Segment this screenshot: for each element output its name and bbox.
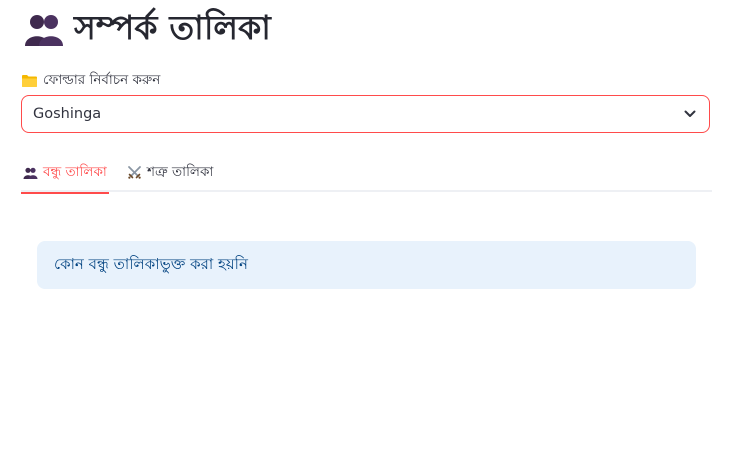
active-tab-indicator xyxy=(21,192,109,194)
page-header: সম্পর্ক তালিকা xyxy=(24,6,271,54)
page-title: সম্পর্ক তালিকা xyxy=(74,8,272,47)
folder-icon xyxy=(22,74,37,87)
tab-friends-label: বন্ধু তালিকা xyxy=(43,164,107,180)
info-alert: কোন বন্ধু তালিকাভুক্ত করা হয়নি xyxy=(37,241,696,289)
tab-friends-list[interactable]: বন্ধু তালিকা xyxy=(21,153,109,194)
app-page: সম্পর্ক তালিকা ফোল্ডার নির্বাচন করুন Gos… xyxy=(0,0,735,450)
people-icon xyxy=(24,13,64,47)
crossed-swords-icon xyxy=(127,165,142,180)
chevron-down-icon[interactable] xyxy=(684,110,696,118)
tab-enemies-label: শত্রু তালিকা xyxy=(147,164,214,180)
tab-bar: বন্ধু তালিকা শত্রু তালিকা xyxy=(21,153,712,194)
folder-select-label: ফোল্ডার নির্বাচন করুন xyxy=(43,72,161,88)
info-message: কোন বন্ধু তালিকাভুক্ত করা হয়নি xyxy=(54,254,248,273)
tab-enemies-list[interactable]: শত্রু তালিকা xyxy=(127,153,213,192)
folder-select-value: Goshinga xyxy=(33,106,102,122)
people-icon xyxy=(23,167,38,179)
folder-select[interactable]: Goshinga xyxy=(21,95,710,133)
folder-select-label-row: ফোল্ডার নির্বাচন করুন xyxy=(22,69,160,92)
